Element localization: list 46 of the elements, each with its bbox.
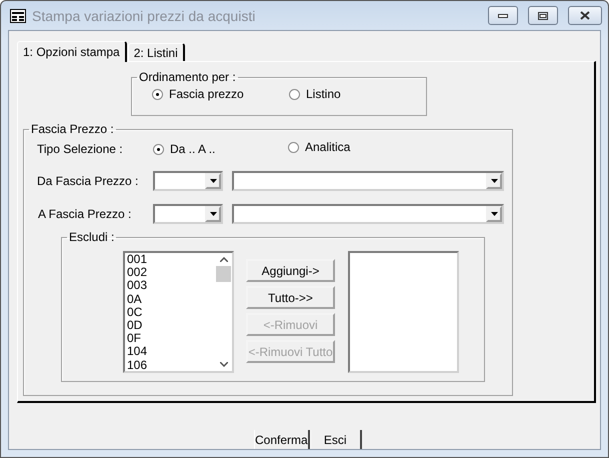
list-box[interactable] <box>348 251 459 373</box>
radio-button[interactable]: Fascia prezzo <box>152 87 289 101</box>
radio-button[interactable]: Listino <box>289 87 426 101</box>
scroll-up-icon <box>220 257 228 262</box>
field-label: Tipo Selezione : <box>37 142 124 156</box>
minimize-button[interactable] <box>488 6 518 25</box>
dropdown-arrow-icon <box>490 179 498 183</box>
window-icon <box>10 8 26 22</box>
scroll-thumb[interactable] <box>216 266 231 282</box>
maximize-button[interactable] <box>528 6 558 25</box>
scroll-down-icon <box>220 362 228 367</box>
combo-box[interactable] <box>153 171 223 191</box>
combo-box[interactable] <box>232 171 504 191</box>
dropdown-arrow-icon <box>490 212 498 216</box>
radio-button[interactable]: Analitica <box>288 140 423 154</box>
list-item[interactable]: 001 <box>127 253 215 266</box>
minimize-icon <box>498 14 508 18</box>
dialog-button[interactable]: Conferma <box>254 430 310 449</box>
list-action-button[interactable]: Tutto->> <box>246 286 335 309</box>
list-item[interactable]: 106 <box>127 358 215 372</box>
group-title: Fascia Prezzo : <box>30 122 115 136</box>
combo-box[interactable] <box>153 204 223 224</box>
list-item[interactable]: 002 <box>127 266 215 280</box>
dropdown-arrow-icon <box>210 179 216 183</box>
maximize-icon <box>538 12 548 20</box>
list-item[interactable]: 0F <box>127 332 215 346</box>
tab[interactable]: 1: Opzioni stampa <box>17 41 127 62</box>
list-item[interactable]: 0A <box>127 292 215 306</box>
window-title: Stampa variazioni prezzi da acquisti <box>32 8 256 24</box>
field-label: Da Fascia Prezzo : <box>37 174 140 188</box>
list-box[interactable]: 001 002 003 0A 0C 0D 0F 104 106 <box>123 251 234 373</box>
tab[interactable]: 2: Listini <box>128 43 185 61</box>
combo-box[interactable] <box>232 204 504 224</box>
group-title: Ordinamento per : <box>138 70 237 84</box>
close-icon <box>580 11 590 20</box>
dialog-button[interactable]: Esci <box>310 430 362 449</box>
list-item[interactable]: 104 <box>127 345 215 359</box>
list-item[interactable]: 003 <box>127 279 215 293</box>
list-action-button[interactable]: Aggiungi-> <box>246 259 335 282</box>
list-item[interactable]: 0D <box>127 319 215 332</box>
list-item[interactable]: 0C <box>127 306 215 320</box>
radio-button[interactable]: Da .. A .. <box>153 142 288 156</box>
field-label: A Fascia Prezzo : <box>38 207 132 221</box>
close-button[interactable] <box>568 6 602 25</box>
dropdown-arrow-icon <box>210 212 216 216</box>
group-title: Escludi : <box>68 230 116 244</box>
